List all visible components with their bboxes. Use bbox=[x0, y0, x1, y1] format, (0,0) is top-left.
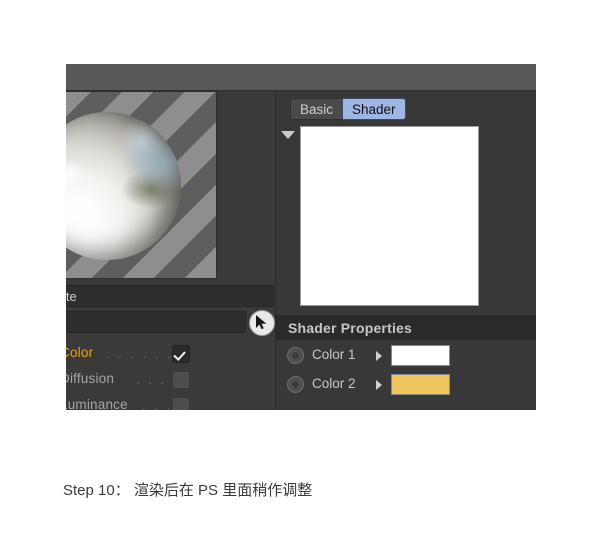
tab-shader[interactable]: Shader bbox=[342, 98, 406, 120]
property-row-color-2[interactable]: Color 2 bbox=[276, 372, 536, 400]
shader-preview-swatch[interactable] bbox=[300, 126, 479, 306]
radio-button-color-1[interactable] bbox=[287, 347, 304, 364]
shader-properties-header: Shader Properties bbox=[276, 315, 536, 340]
arrow-cursor-glyph bbox=[256, 315, 267, 330]
material-attributes-panel: ite Color . . . . . . . Diffusion . . . … bbox=[66, 91, 275, 410]
channel-row-diffusion[interactable]: Diffusion . . . . bbox=[66, 367, 210, 393]
channel-label: Color bbox=[66, 345, 94, 360]
material-path-input[interactable] bbox=[66, 311, 246, 333]
radio-button-color-2[interactable] bbox=[287, 376, 304, 393]
material-editor-window: ite Color . . . . . . . Diffusion . . . … bbox=[66, 64, 536, 410]
material-name-input[interactable]: ite bbox=[66, 285, 274, 307]
channel-row-luminance[interactable]: Luminance . . . . bbox=[66, 393, 210, 410]
tab-basic[interactable]: Basic bbox=[290, 98, 343, 120]
property-row-color-1[interactable]: Color 1 bbox=[276, 343, 536, 371]
arrow-cursor-icon[interactable] bbox=[249, 310, 275, 336]
material-path-row bbox=[66, 310, 275, 336]
color-swatch-1[interactable] bbox=[391, 345, 450, 366]
step-caption: Step 10： 渲染后在 PS 里面稍作调整 bbox=[63, 482, 313, 499]
channel-checkbox[interactable] bbox=[172, 371, 190, 389]
shader-properties-title: Shader Properties bbox=[288, 320, 412, 336]
channel-label: Luminance bbox=[66, 397, 128, 410]
color-swatch-2[interactable] bbox=[391, 374, 450, 395]
property-label: Color 2 bbox=[312, 376, 356, 391]
channel-label: Diffusion bbox=[66, 371, 115, 386]
property-label: Color 1 bbox=[312, 347, 356, 362]
chevron-right-icon[interactable] bbox=[376, 351, 382, 361]
chevron-right-icon[interactable] bbox=[376, 380, 382, 390]
shader-panel: Basic Shader Shader Properties Color 1 C… bbox=[276, 91, 536, 410]
channel-checkbox[interactable] bbox=[172, 345, 190, 363]
chevron-down-icon[interactable] bbox=[281, 131, 295, 139]
channel-row-color[interactable]: Color . . . . . . . bbox=[66, 341, 210, 367]
tab-strip: Basic Shader bbox=[290, 98, 406, 120]
window-title-bar[interactable] bbox=[66, 64, 536, 91]
channel-checkbox[interactable] bbox=[172, 397, 190, 410]
material-preview[interactable] bbox=[66, 91, 217, 279]
